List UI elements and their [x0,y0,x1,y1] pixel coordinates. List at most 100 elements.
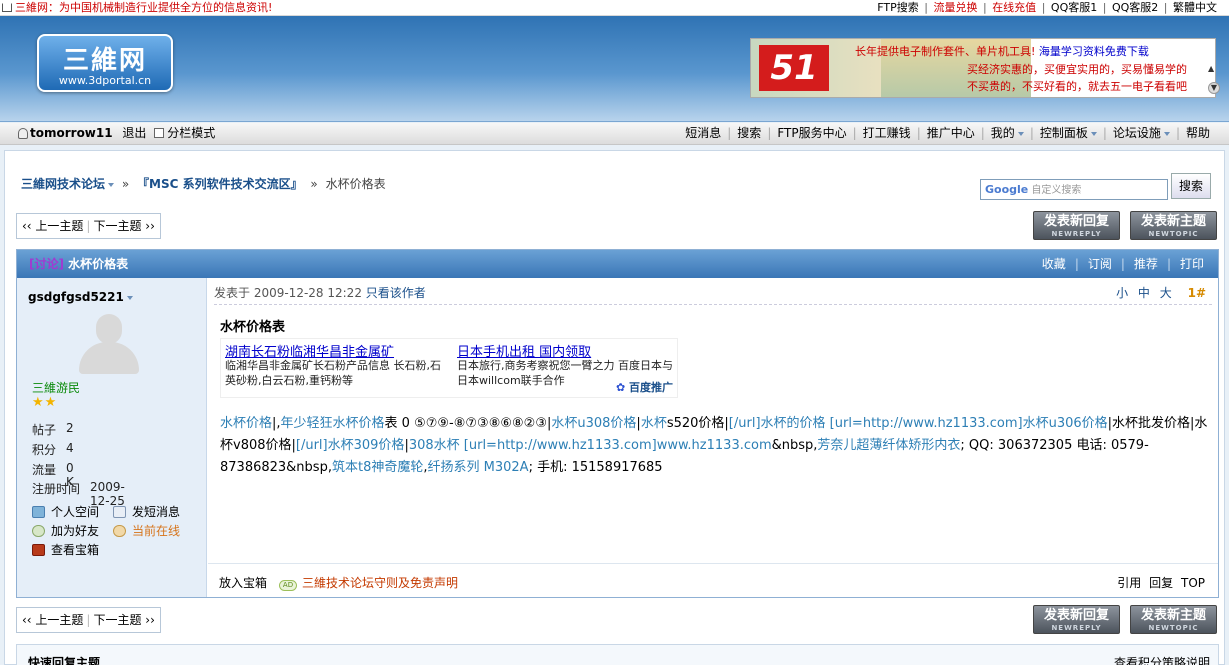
top-link[interactable]: TOP [1181,576,1205,590]
new-reply-button[interactable]: 发表新回复 NEWREPLY [1033,211,1120,240]
baidu-promo-label[interactable]: ✿ 百度推广 [616,379,673,395]
nav-item[interactable]: 搜索 [737,126,761,140]
send-pm-link[interactable]: 发短消息 [113,503,180,520]
topic-pager-top: ‹‹ 上一主题 | 下一主题 ›› [16,213,161,239]
thread-tag[interactable]: [讨论] [29,257,64,271]
stat-traffic: 流量 0 K [32,461,74,489]
nav-item[interactable]: FTP服务中心 [777,126,846,140]
next-topic-link[interactable]: 下一主题 ›› [93,613,154,627]
nav-item[interactable]: 推广中心 [927,126,975,140]
thread-action-link[interactable]: 推荐 [1134,257,1158,271]
content-link[interactable]: [/url]水杯309价格 [296,438,405,453]
stat-register-date: 注册时间 2009-12-25 [32,480,125,508]
site-logo[interactable]: 三維网 www.3dportal.cn [37,34,173,92]
new-topic-button[interactable]: 发表新主题 NEWTOPIC [1130,211,1217,240]
view-treasure-link[interactable]: 查看宝箱 [32,541,99,558]
thread-action-link[interactable]: 订阅 [1088,257,1112,271]
site-slogan[interactable]: 三維网：为中国机械制造行业提供全方位的信息资讯! [2,0,272,15]
nav-item[interactable]: 帮助 [1186,126,1210,140]
content-link[interactable]: 筑本t8神奇魔轮 [332,460,423,475]
content-link[interactable]: M302A [480,460,529,475]
thread-actions: 收藏 | 订阅 | 推荐 | 打印 [1041,257,1204,271]
breadcrumb-board[interactable]: 『MSC 系列软件技术交流区』 [137,177,303,191]
nav-menu: 短消息 | 搜索 | FTP服务中心 | 打工赚钱 | 推广中心 | 我的 | 控制面板 | 论坛设施 | 帮助 [685,126,1210,140]
content-link[interactable]: [/url]水杯的价格 [729,416,826,431]
online-user-icon [113,525,126,537]
floor-number[interactable]: 1# [1188,286,1206,300]
font-big-link[interactable]: 大 [1160,286,1172,300]
split-mode-link[interactable]: 分栏模式 [167,126,215,140]
nav-item[interactable]: 打工赚钱 [863,126,911,140]
chevron-down-icon[interactable] [1163,132,1170,136]
baidu-ad-block: 湖南长石粉临湘华昌非金属矿 临湘华昌非金属矿长石粉产品信息 长石粉,石英砂粉,白… [220,338,678,398]
ftp-search-link[interactable]: FTP搜索 [877,1,919,14]
author-rank: 三維游民 [32,381,81,395]
content-link[interactable]: 芳奈儿超薄纤体矫形内衣 [817,438,960,453]
prev-topic-link[interactable]: ‹‹ 上一主题 [22,219,83,233]
breadcrumb-current: 水杯价格表 [325,177,386,191]
content-link[interactable]: 纤扬系列 [427,460,479,475]
post-footer: 放入宝箱 AD 三維技术论坛守则及免责声明 引用 回复 TOP [208,563,1218,597]
thread-action-link[interactable]: 打印 [1180,257,1204,271]
reply-link[interactable]: 回复 [1149,576,1173,590]
banner-scroll-down-icon[interactable]: ▼ [1208,82,1220,94]
qq-service-2-link[interactable]: QQ客服2 [1112,1,1158,14]
content-link[interactable]: 水杯 [641,416,667,431]
quote-link[interactable]: 引用 [1117,576,1141,590]
search-input[interactable]: Google 自定义搜索 [980,179,1168,200]
breadcrumb: 三維网技术论坛 » 『MSC 系列软件技术交流区』 » 水杯价格表 [21,177,386,191]
thread-header: [讨论] 水杯价格表 收藏 | 订阅 | 推荐 | 打印 [17,250,1218,278]
content-link[interactable]: 308水杯 [409,438,460,453]
author-only-link[interactable]: 只看该作者 [366,286,426,300]
flow-exchange-link[interactable]: 流量兑换 [933,1,977,14]
banner-logo: 51 [759,45,829,91]
nav-item[interactable]: 控制面板 [1040,126,1088,140]
chevron-down-icon[interactable] [1090,132,1097,136]
chevron-down-icon[interactable] [108,183,115,187]
nav-item[interactable]: 论坛设施 [1113,126,1161,140]
personal-space-link[interactable]: 个人空间 [32,503,99,520]
font-mid-link[interactable]: 中 [1138,286,1150,300]
ad-badge-icon: AD [279,580,298,591]
points-policy-link[interactable]: 查看积分策略说明 [1114,651,1210,665]
author-name[interactable]: gsdgfgsd5221 [28,290,133,304]
new-topic-button[interactable]: 发表新主题 NEWTOPIC [1130,605,1217,634]
prev-topic-link[interactable]: ‹‹ 上一主题 [22,613,83,627]
put-in-treasure-link[interactable]: 放入宝箱 [219,576,267,590]
content-link[interactable]: [url=http://www.hz1133.com]水杯u306价格 [826,416,1108,431]
nav-item[interactable]: 我的 [991,126,1015,140]
qq-service-1-link[interactable]: QQ客服1 [1051,1,1097,14]
ad-banner[interactable]: 51 长年提供电子制作套件、单片机工具! 海量学习资料免费下载 买经济实惠的，买… [750,38,1216,98]
thread-title: 水杯价格表 [68,257,129,271]
breadcrumb-forum[interactable]: 三維网技术论坛 [21,177,105,191]
thread-action-link[interactable]: 收藏 [1042,257,1066,271]
split-mode-icon[interactable] [154,128,165,138]
chevron-down-icon[interactable] [1017,132,1024,136]
quick-reply-title: 快速回复主题 [28,656,101,665]
top-links: FTP搜索 | 流量兑换 | 在线充值 | QQ客服1 | QQ客服2 | 繁體… [877,1,1217,14]
content-link[interactable]: 年少轻狂水杯价格 [281,416,385,431]
next-topic-link[interactable]: 下一主题 ›› [93,219,154,233]
content-link[interactable]: 水杯u308价格 [551,416,636,431]
add-friend-link[interactable]: 加为好友 [32,522,99,539]
username[interactable]: tomorrow11 [30,126,113,140]
stat-posts: 帖子 2 [32,421,74,437]
forum-rules-link[interactable]: 三維技术论坛守则及免责声明 [302,576,458,590]
stat-points: 积分 4 [32,441,74,457]
site-header: 三維网 www.3dportal.cn 51 长年提供电子制作套件、单片机工具!… [0,16,1229,122]
online-status: 当前在线 [113,522,180,539]
banner-scroll-up-icon[interactable]: ▲ [1208,64,1214,73]
content-link[interactable]: 水杯价格 [220,416,272,431]
home-icon [2,3,12,12]
nav-item[interactable]: 短消息 [685,126,721,140]
traditional-chinese-link[interactable]: 繁體中文 [1173,1,1217,14]
chevron-down-icon[interactable] [126,296,133,300]
online-recharge-link[interactable]: 在线充值 [992,1,1036,14]
content-link[interactable]: [url=http://www.hz1133.com]www.hz1133.co… [460,438,772,453]
font-small-link[interactable]: 小 [1116,286,1128,300]
new-reply-button[interactable]: 发表新回复 NEWREPLY [1033,605,1120,634]
logout-link[interactable]: 退出 [122,126,146,140]
post-content: 水杯价格|,年少轻狂水杯价格表 0 ⑤⑦⑨-⑧⑦③⑧⑥⑧②③|水杯u308价格|… [220,416,1208,475]
search-button[interactable]: 搜索 [1171,173,1211,199]
user-icon [18,128,28,139]
